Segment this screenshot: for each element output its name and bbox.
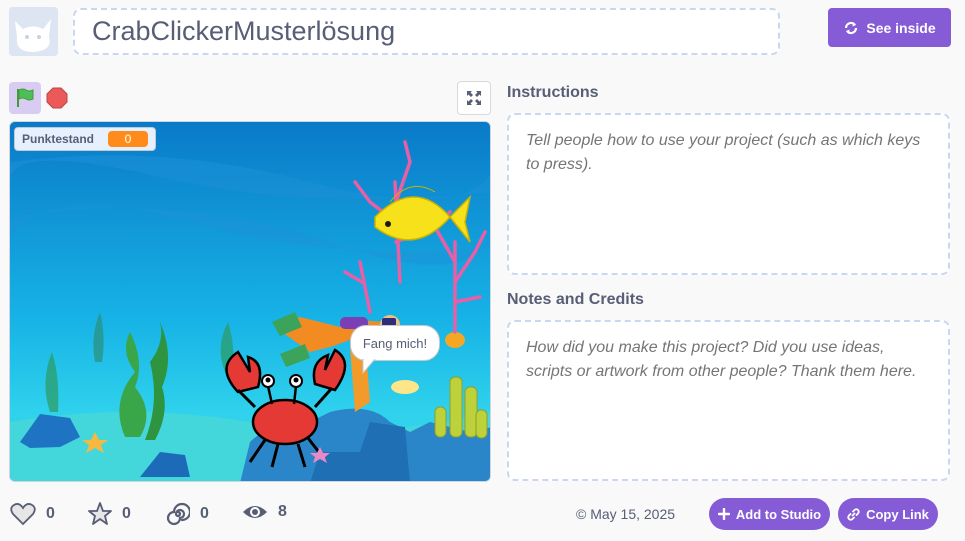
share-date: © May 15, 2025	[576, 506, 676, 522]
instructions-heading: Instructions	[507, 84, 599, 101]
link-icon	[847, 507, 860, 521]
remix-stat[interactable]: 0	[166, 502, 209, 526]
notes-textarea[interactable]	[507, 320, 950, 481]
notes-heading: Notes and Credits	[507, 291, 644, 308]
favorite-count: 0	[122, 505, 131, 522]
remix-arrows-icon	[845, 21, 858, 34]
speech-tail-icon	[362, 359, 376, 375]
heart-icon	[10, 503, 36, 526]
speech-bubble-text: Fang mich!	[362, 335, 428, 351]
fullscreen-icon	[467, 91, 481, 105]
plus-icon	[717, 508, 730, 520]
user-avatar[interactable]	[9, 7, 58, 56]
variable-monitor: Punktestand 0	[14, 127, 157, 151]
favorite-stat[interactable]: 0	[88, 502, 131, 526]
remix-count: 0	[200, 505, 209, 522]
love-count: 0	[46, 505, 55, 522]
copy-link-button[interactable]: Copy Link	[838, 498, 938, 530]
green-flag-button[interactable]	[9, 82, 41, 114]
view-stat: 8	[242, 502, 287, 522]
stop-icon	[46, 87, 68, 109]
monitor-label: Punktestand	[22, 132, 95, 146]
fullscreen-button[interactable]	[457, 81, 491, 115]
add-to-studio-label: Add to Studio	[735, 506, 822, 522]
view-count: 8	[278, 503, 287, 520]
underwater-scene	[10, 122, 490, 481]
instructions-textarea[interactable]	[507, 113, 950, 275]
stop-button[interactable]	[45, 86, 69, 110]
see-inside-label: See inside	[866, 19, 936, 36]
remix-spiral-icon	[166, 502, 190, 526]
love-stat[interactable]: 0	[10, 502, 55, 526]
copy-link-label: Copy Link	[866, 506, 929, 522]
cat-avatar-icon	[9, 7, 58, 56]
eye-icon	[243, 506, 267, 518]
speech-bubble: Fang mich!	[350, 325, 440, 375]
see-inside-button[interactable]: See inside	[828, 8, 951, 47]
project-title-input[interactable]	[73, 8, 780, 55]
star-icon	[88, 502, 112, 525]
project-stage[interactable]: Punktestand 0 Fang mich!	[9, 121, 491, 482]
monitor-value: 0	[108, 131, 149, 147]
add-to-studio-button[interactable]: Add to Studio	[709, 498, 830, 530]
green-flag-icon	[17, 88, 34, 107]
